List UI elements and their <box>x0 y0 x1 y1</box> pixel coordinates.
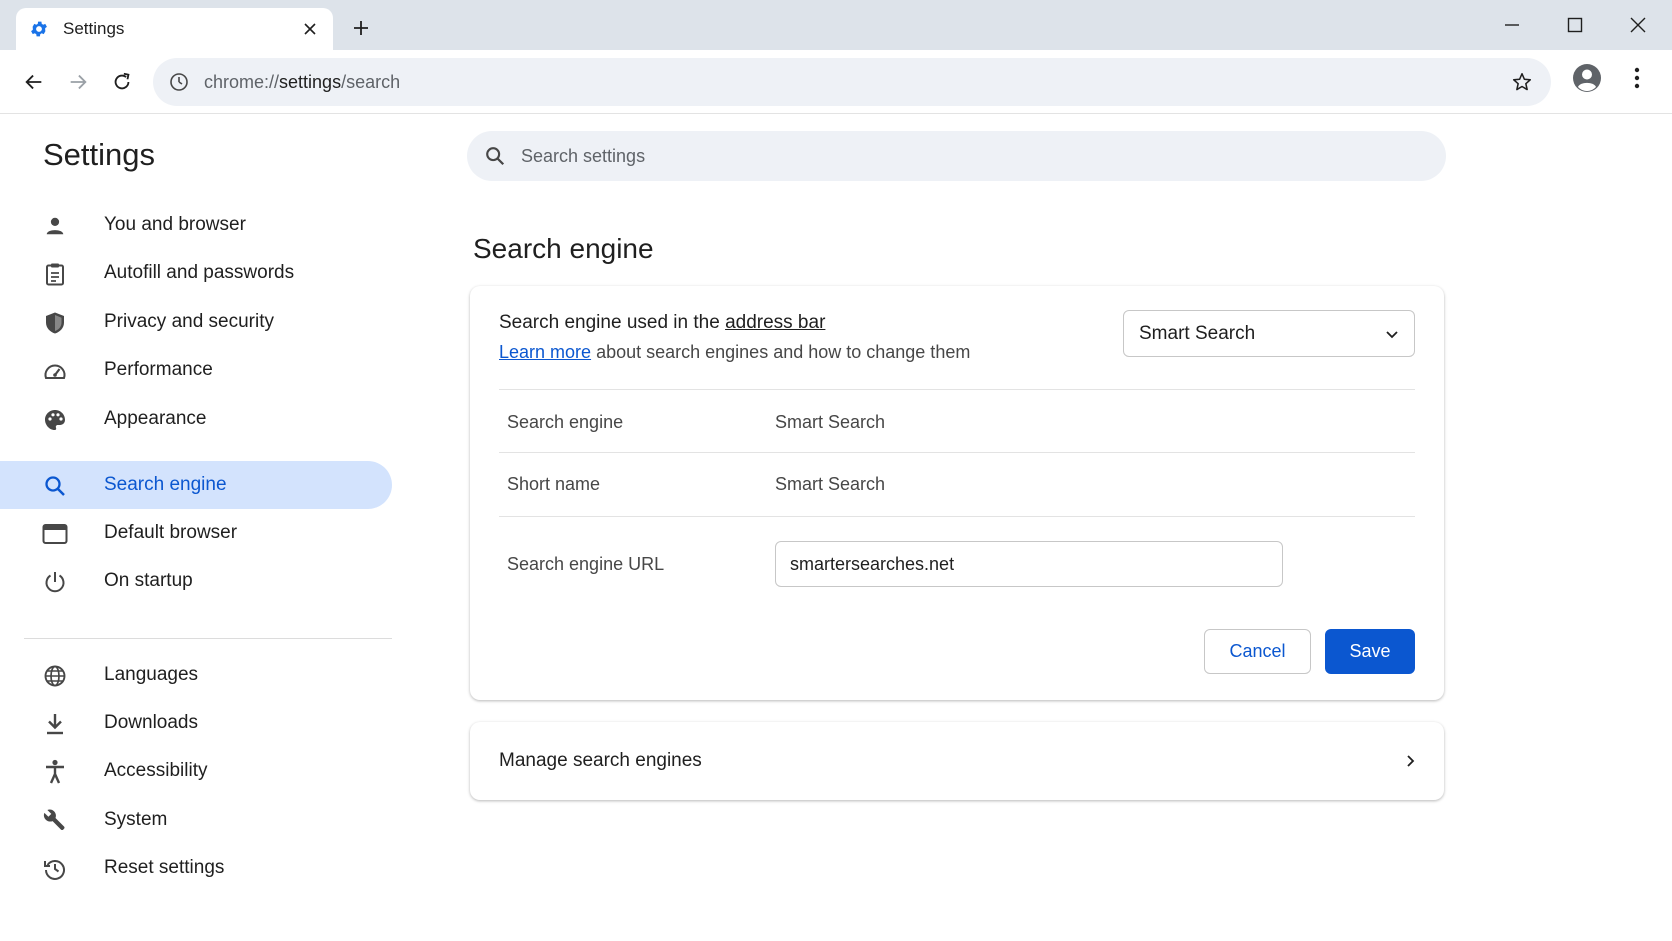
search-engine-url-input[interactable] <box>775 541 1283 587</box>
chevron-right-icon <box>1398 749 1422 773</box>
row-divider <box>499 516 1415 517</box>
search-engine-url-label: Search engine URL <box>507 554 665 574</box>
sidebar-item-accessibility[interactable]: Accessibility <box>0 747 392 795</box>
search-icon <box>42 473 68 499</box>
sidebar-item-label: Languages <box>104 664 199 685</box>
tab-title: Settings <box>63 19 125 38</box>
cancel-button[interactable]: Cancel <box>1204 629 1311 674</box>
row-divider <box>499 389 1415 390</box>
sidebar-item-label: Accessibility <box>104 760 208 781</box>
globe-icon <box>42 663 68 689</box>
new-tab-button[interactable] <box>346 13 376 43</box>
reload-icon <box>114 72 130 90</box>
sidebar-item-label: Autofill and passwords <box>104 262 295 283</box>
sidebar-divider <box>24 638 392 639</box>
sidebar-title: Settings <box>43 137 156 172</box>
sidebar-item-languages[interactable]: Languages <box>0 651 392 699</box>
search-settings-placeholder: Search settings <box>521 146 646 166</box>
sidebar-item-downloads[interactable]: Downloads <box>0 699 392 747</box>
reload-button[interactable] <box>104 64 140 100</box>
learn-more-text: Learn more about search engines and how … <box>499 342 971 362</box>
close-window-button[interactable] <box>1618 8 1658 42</box>
sidebar-item-system[interactable]: System <box>0 796 392 844</box>
palette-icon <box>42 407 68 433</box>
gear-icon <box>28 18 50 40</box>
sidebar-item-appearance[interactable]: Appearance <box>0 395 392 443</box>
manage-search-engines-row[interactable]: Manage search engines <box>470 722 1444 800</box>
address-bar-link[interactable]: address bar <box>725 312 825 333</box>
profile-avatar-button[interactable] <box>1571 62 1603 94</box>
sidebar-item-label: Search engine <box>104 474 227 495</box>
shield-icon <box>42 310 68 336</box>
learn-more-link[interactable]: Learn more <box>499 342 591 362</box>
avatar-icon <box>1573 64 1601 92</box>
address-bar-engine-label: Search engine used in the address bar <box>499 312 826 333</box>
save-button[interactable]: Save <box>1325 629 1415 674</box>
manage-search-engines-label: Manage search engines <box>499 750 702 771</box>
site-info-icon[interactable] <box>167 70 191 94</box>
close-tab-icon[interactable] <box>297 16 323 42</box>
toolbar: chrome://settings/search <box>0 50 1672 114</box>
search-engine-card: Search engine used in the address bar Le… <box>470 286 1444 700</box>
url-text: chrome://settings/search <box>204 72 401 92</box>
clipboard-icon <box>42 261 68 287</box>
sidebar-item-autofill[interactable]: Autofill and passwords <box>0 249 392 297</box>
person-icon <box>42 213 68 239</box>
more-vert-icon <box>1634 67 1640 89</box>
sidebar-item-label: Appearance <box>104 408 207 429</box>
sidebar-item-privacy[interactable]: Privacy and security <box>0 298 392 346</box>
sidebar-item-label: Privacy and security <box>104 311 275 332</box>
tab-strip: Settings <box>0 0 1672 50</box>
sidebar-item-on-startup[interactable]: On startup <box>0 557 392 605</box>
download-icon <box>42 711 68 737</box>
sidebar-item-label: Reset settings <box>104 857 225 878</box>
sidebar-item-label: You and browser <box>104 214 246 235</box>
short-name-row-label: Short name <box>507 474 601 494</box>
search-engine-row-value: Smart Search <box>775 412 886 432</box>
forward-button[interactable] <box>60 64 96 100</box>
search-engine-row-label: Search engine <box>507 412 624 432</box>
sidebar-item-label: On startup <box>104 570 193 591</box>
back-arrow-icon <box>25 74 42 90</box>
minimize-icon <box>1505 24 1519 26</box>
minimize-button[interactable] <box>1492 8 1532 42</box>
address-bar[interactable]: chrome://settings/search <box>153 58 1551 106</box>
search-settings-input[interactable]: Search settings <box>467 131 1446 181</box>
maximize-button[interactable] <box>1555 8 1595 42</box>
browser-window-icon <box>42 521 68 547</box>
power-icon <box>42 569 68 595</box>
tab-settings[interactable]: Settings <box>16 8 333 50</box>
chevron-down-icon <box>1380 322 1404 346</box>
short-name-row-value: Smart Search <box>775 474 886 494</box>
sidebar-item-label: Performance <box>104 359 213 380</box>
bookmark-star-icon[interactable] <box>1509 69 1535 95</box>
maximize-icon <box>1567 17 1583 33</box>
speedometer-icon <box>42 358 68 384</box>
sidebar: Settings You and browser Autofill and pa… <box>0 115 400 941</box>
section-title: Search engine <box>473 233 654 264</box>
forward-arrow-icon <box>70 74 87 90</box>
wrench-icon <box>42 808 68 834</box>
dropdown-selected-value: Smart Search <box>1139 323 1256 344</box>
sidebar-item-performance[interactable]: Performance <box>0 346 392 394</box>
back-button[interactable] <box>16 64 52 100</box>
sidebar-item-reset-settings[interactable]: Reset settings <box>0 844 392 892</box>
menu-button[interactable] <box>1622 62 1652 94</box>
close-icon <box>1630 17 1646 33</box>
reset-history-icon <box>42 856 68 882</box>
sidebar-item-search-engine[interactable]: Search engine <box>0 461 392 509</box>
sidebar-item-label: System <box>104 809 168 830</box>
sidebar-item-label: Default browser <box>104 522 238 543</box>
search-engine-dropdown[interactable]: Smart Search <box>1123 310 1415 357</box>
sidebar-item-label: Downloads <box>104 712 198 733</box>
accessibility-icon <box>42 759 68 785</box>
row-divider <box>499 452 1415 453</box>
search-icon <box>483 144 507 168</box>
sidebar-item-default-browser[interactable]: Default browser <box>0 509 392 557</box>
sidebar-item-you-and-browser[interactable]: You and browser <box>0 201 392 249</box>
